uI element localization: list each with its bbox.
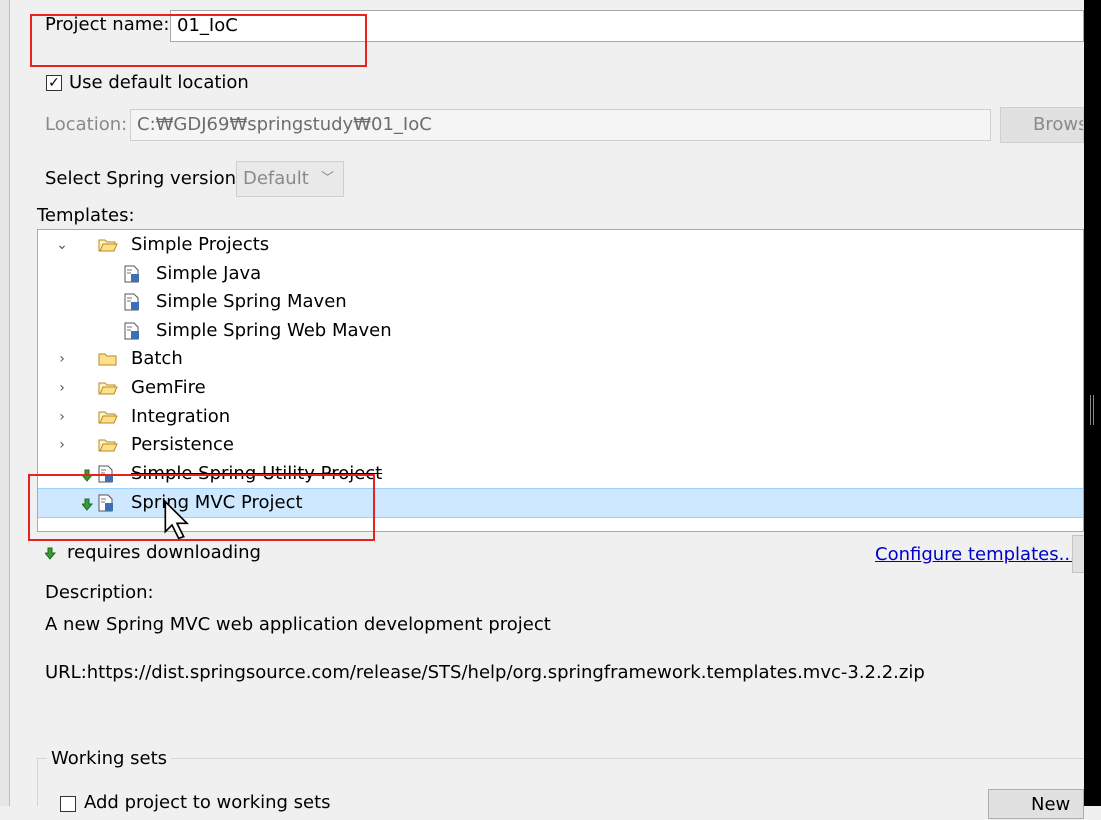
mouse-cursor-icon	[164, 500, 190, 540]
chevron-right-icon[interactable]: ›	[54, 374, 70, 402]
folder-open-icon	[98, 239, 118, 252]
requires-downloading-note: requires downloading	[67, 542, 261, 563]
download-icon	[45, 547, 57, 560]
working-sets-title: Working sets	[47, 748, 172, 769]
tree-item-label: Integration	[131, 406, 231, 427]
template-file-icon	[124, 265, 139, 283]
chevron-right-icon[interactable]: ›	[54, 345, 70, 373]
folder-open-icon	[98, 382, 118, 395]
description-label: Description:	[45, 582, 154, 603]
tree-item-simple-spring-web-maven[interactable]: Simple Spring Web Maven	[38, 317, 1083, 345]
tree-item-label: Persistence	[131, 434, 234, 455]
template-file-icon	[124, 293, 139, 311]
tree-item-label: Batch	[131, 348, 183, 369]
tree-item-integration[interactable]: › Integration	[38, 403, 1083, 431]
browse-button[interactable]: Brows	[1000, 107, 1084, 143]
spring-version-value: Default	[243, 168, 309, 189]
location-input[interactable]: C:₩GDJ69₩springstudy₩01_IoC	[130, 109, 991, 141]
chevron-right-icon[interactable]: ›	[54, 403, 70, 431]
use-default-location-checkbox[interactable]: ✓	[46, 75, 62, 91]
chevron-down-icon: ﹀	[321, 171, 335, 186]
tree-item-persistence[interactable]: › Persistence	[38, 431, 1083, 459]
tree-item-gemfire[interactable]: › GemFire	[38, 374, 1083, 402]
highlight-box-spring-mvc	[28, 474, 375, 541]
templates-label: Templates:	[37, 205, 135, 226]
chevron-right-icon[interactable]: ›	[54, 431, 70, 459]
tree-item-simple-spring-maven[interactable]: Simple Spring Maven	[38, 288, 1083, 316]
tree-item-simple-java[interactable]: Simple Java	[38, 260, 1083, 288]
folder-open-icon	[98, 411, 118, 424]
highlight-box-project-name	[30, 14, 367, 67]
tree-item-label: Simple Spring Web Maven	[156, 320, 392, 341]
configure-templates-link[interactable]: Configure templates...	[875, 544, 1076, 565]
tree-item-label: Simple Java	[156, 263, 262, 284]
use-default-location-label: Use default location	[69, 72, 249, 93]
folder-open-icon	[98, 439, 118, 452]
description-text: A new Spring MVC web application develop…	[45, 614, 551, 635]
chevron-down-icon[interactable]: ⌄	[54, 231, 70, 259]
spring-version-label: Select Spring version:	[45, 168, 243, 189]
spring-version-select[interactable]: Default ﹀	[236, 161, 344, 197]
tree-item-label: Simple Projects	[131, 234, 270, 255]
template-file-icon	[124, 322, 139, 340]
add-to-working-sets-checkbox[interactable]	[60, 796, 76, 812]
window-right-edge	[1084, 0, 1101, 806]
folder-icon	[98, 353, 117, 366]
tree-item-simple-projects[interactable]: ⌄ Simple Projects	[38, 231, 1083, 259]
location-label: Location:	[45, 114, 128, 135]
resize-grip-icon[interactable]	[1090, 395, 1094, 425]
new-working-set-button[interactable]: New	[988, 789, 1084, 819]
tree-item-label: GemFire	[131, 377, 206, 398]
window-left-edge	[0, 0, 10, 806]
tree-item-label: Simple Spring Maven	[156, 291, 347, 312]
add-to-working-sets-label: Add project to working sets	[84, 792, 331, 813]
tree-item-batch[interactable]: › Batch	[38, 345, 1083, 373]
template-url: URL:https://dist.springsource.com/releas…	[45, 662, 925, 683]
